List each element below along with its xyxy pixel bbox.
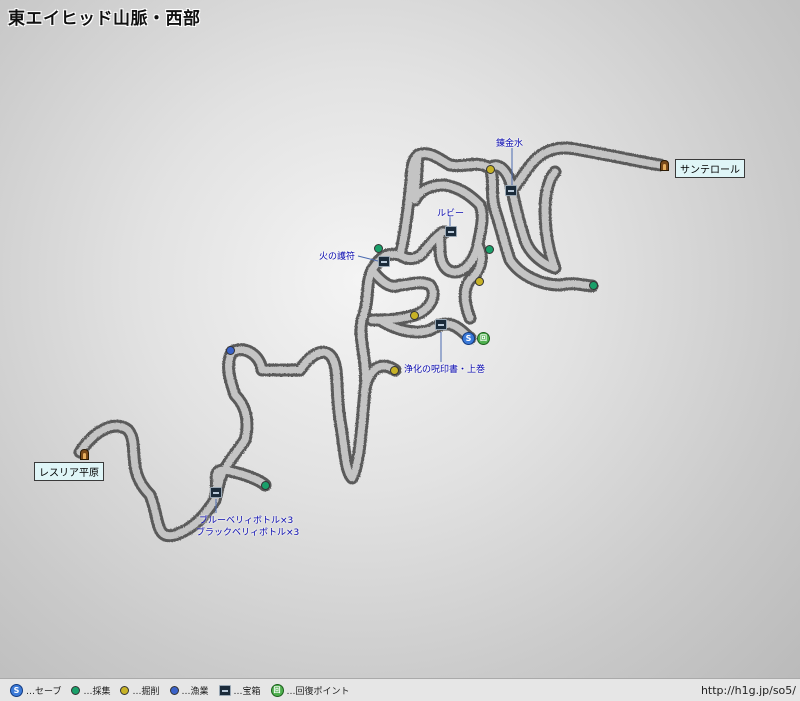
treasure-label-jouka: 浄化の呪印書・上巻 xyxy=(404,365,486,375)
legend-label: …セーブ xyxy=(26,686,62,697)
gather-icon xyxy=(71,685,81,695)
source-url[interactable]: http://h1g.jp/so5/ xyxy=(701,684,796,697)
fishing-point-icon[interactable] xyxy=(226,346,235,355)
cave-paths xyxy=(73,141,667,543)
door-icon[interactable] xyxy=(660,160,669,171)
legend-label: …宝箱 xyxy=(233,686,261,697)
mining-point-icon[interactable] xyxy=(486,165,495,174)
treasure-label-hi-no-gofu: 火の護符 xyxy=(319,252,356,262)
save-icon: S xyxy=(10,683,23,697)
mining-point-icon[interactable] xyxy=(390,366,399,375)
door-icon[interactable] xyxy=(80,449,89,460)
gather-point-icon[interactable] xyxy=(589,281,598,290)
mining-icon xyxy=(120,685,130,695)
legend-label: …掘削 xyxy=(132,686,160,697)
treasure-chest-icon[interactable] xyxy=(505,185,517,196)
treasure-label-renkinsui: 錬金水 xyxy=(496,139,524,149)
legend-label: …漁業 xyxy=(181,686,209,697)
map-title: 東エイヒッド山脈・西部 xyxy=(8,9,201,29)
treasure-chest-icon[interactable] xyxy=(435,319,447,330)
recovery-point-icon[interactable]: 回 xyxy=(477,332,490,345)
treasure-label-ruby: ルビー xyxy=(437,209,465,219)
save-point-icon[interactable]: S xyxy=(462,332,475,345)
exit-label-east[interactable]: サンテロール xyxy=(675,159,745,178)
gather-point-icon[interactable] xyxy=(485,245,494,254)
gather-point-icon[interactable] xyxy=(374,244,383,253)
dungeon-map: 東エイヒッド山脈・西部 サンテロール レスリア平原 錬金水 ルビー 火の護符 浄… xyxy=(0,0,800,700)
legend-item-save: S …セーブ xyxy=(10,683,62,697)
legend-item-treasure: …宝箱 xyxy=(218,684,261,697)
legend-item-mining: …掘削 xyxy=(120,684,160,697)
treasure-chest-icon[interactable] xyxy=(210,487,222,498)
fishing-icon xyxy=(169,685,179,695)
treasure-chest-icon[interactable] xyxy=(445,226,457,237)
treasure-chest-icon xyxy=(218,684,231,696)
legend-bar: S …セーブ …採集 …掘削 …漁業 …宝箱 回 …回復ポイント http://… xyxy=(0,678,800,701)
gather-point-icon[interactable] xyxy=(261,481,270,490)
recovery-point-icon: 回 xyxy=(270,683,284,697)
legend-label: …採集 xyxy=(83,686,111,697)
mining-point-icon[interactable] xyxy=(410,311,419,320)
treasure-chest-icon[interactable] xyxy=(378,256,390,267)
legend-item-fishing: …漁業 xyxy=(169,684,209,697)
legend-item-gather: …採集 xyxy=(71,684,110,697)
mining-point-icon[interactable] xyxy=(475,277,484,286)
legend-label: …回復ポイント xyxy=(286,686,350,697)
treasure-label-bottles-black: ブラックベリィボトル×3 xyxy=(196,528,300,538)
exit-label-west[interactable]: レスリア平原 xyxy=(34,462,104,481)
legend-item-recovery: 回 …回復ポイント xyxy=(270,683,350,697)
